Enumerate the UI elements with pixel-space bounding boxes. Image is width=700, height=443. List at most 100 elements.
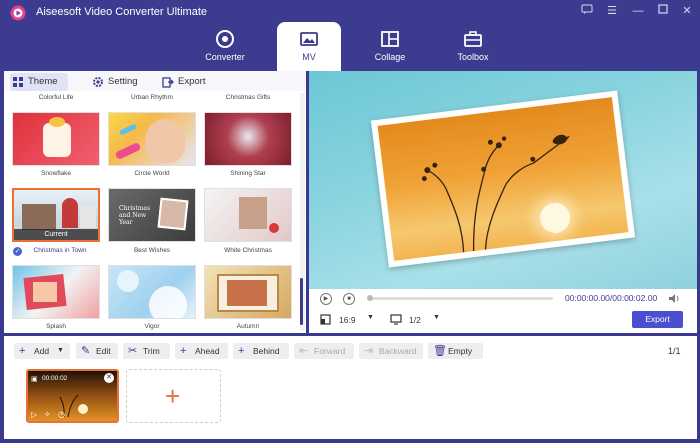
scissors-icon: ✂: [128, 345, 138, 357]
subtab-theme-label: Theme: [28, 76, 58, 87]
theme-christmas-in-town-label: Christmas in Town: [33, 247, 87, 254]
clip-page-indicator: 1/1: [668, 346, 681, 356]
app-logo-icon: [10, 5, 26, 21]
theme-grid-icon: [13, 77, 23, 87]
mv-icon: [300, 32, 318, 46]
theme-shining-star-label: Shining Star: [230, 170, 266, 177]
theme-shining-star[interactable]: [204, 112, 292, 166]
clip-play-icon[interactable]: ▷: [31, 410, 37, 419]
timeline: ▣ 00:00:02 ✕ ▷ ✧ ◷ +: [4, 366, 697, 439]
silhouette-plant-icon: [421, 134, 571, 253]
feedback-icon[interactable]: [579, 4, 595, 18]
backward-label: Backward: [379, 346, 417, 356]
theme-white-christmas[interactable]: [204, 188, 292, 242]
play-button[interactable]: ▶: [320, 293, 332, 305]
theme-label-colorful-life: Colorful Life: [38, 94, 74, 101]
add-dropdown-icon[interactable]: ▼: [57, 343, 64, 359]
best-wishes-text: Christmas and New Year: [119, 205, 151, 226]
trash-icon: 🗑: [433, 345, 447, 357]
tab-mv[interactable]: MV: [277, 22, 341, 71]
theme-scrollbar-thumb[interactable]: [300, 278, 303, 325]
forward-button[interactable]: ⇤ Forward: [294, 343, 354, 359]
theme-best-wishes-label: Best Wishes: [133, 247, 171, 254]
aspect-ratio-dropdown-icon[interactable]: ▼: [367, 314, 374, 321]
ahead-label: Ahead: [195, 346, 220, 356]
theme-scrollbar[interactable]: [300, 93, 305, 331]
video-preview: [309, 71, 697, 289]
progress-knob[interactable]: [367, 295, 373, 301]
theme-circle-world-label: Circle World: [134, 170, 170, 177]
preview-photo-frame: [370, 90, 636, 268]
tab-collage[interactable]: Collage: [358, 22, 422, 71]
tab-converter-label: Converter: [205, 52, 245, 62]
tab-toolbox[interactable]: Toolbox: [441, 22, 505, 71]
clip-effect-icon[interactable]: ✧: [44, 410, 51, 419]
clip-duration: 00:00:02: [42, 375, 68, 382]
subtab-theme[interactable]: Theme: [10, 73, 68, 91]
stop-button[interactable]: ■: [343, 293, 355, 305]
backward-button[interactable]: ⇥ Backward: [359, 343, 423, 359]
progress-bar[interactable]: [367, 295, 553, 301]
empty-label: Empty: [448, 346, 473, 356]
converter-icon: [216, 30, 234, 48]
add-clip-slot[interactable]: +: [126, 369, 221, 423]
edit-toolbar: + Add ▼ ✎ Edit ✂ Trim + Ahead + Behind ⇤…: [4, 336, 697, 366]
theme-best-wishes[interactable]: Christmas and New Year: [108, 188, 196, 242]
behind-icon: +: [238, 345, 245, 357]
trim-button[interactable]: ✂ Trim: [123, 343, 170, 359]
edit-label: Edit: [96, 346, 111, 356]
monitor-icon: [390, 314, 402, 325]
plus-icon: +: [19, 345, 26, 357]
edit-icon: ✎: [81, 345, 91, 357]
export-button[interactable]: Export: [632, 311, 683, 328]
theme-white-christmas-label: White Christmas: [224, 247, 272, 254]
ahead-button[interactable]: + Ahead: [175, 343, 228, 359]
behind-button[interactable]: + Behind: [233, 343, 289, 359]
theme-splash[interactable]: [12, 265, 100, 319]
preview-photo: [377, 97, 629, 261]
aspect-ratio-value[interactable]: 16:9: [339, 315, 356, 325]
timeline-clip[interactable]: ▣ 00:00:02 ✕ ▷ ✧ ◷: [26, 369, 119, 423]
app-title: Aiseesoft Video Converter Ultimate: [36, 6, 207, 18]
theme-label-christmas-gifts: Christmas Gifts: [225, 94, 271, 101]
page-value[interactable]: 1/2: [409, 315, 421, 325]
theme-snowflake[interactable]: [12, 112, 100, 166]
subtab-setting-label: Setting: [108, 76, 138, 87]
theme-snowflake-label: Snowflake: [41, 170, 71, 177]
theme-christmas-in-town[interactable]: Current: [12, 188, 100, 242]
aspect-ratio-icon: [320, 314, 331, 325]
backward-icon: ⇥: [364, 345, 374, 357]
time-display: 00:00:00.00/00:00:02.00: [565, 293, 658, 303]
collage-icon: [381, 31, 399, 47]
export-icon: [162, 77, 174, 88]
tab-collage-label: Collage: [374, 52, 406, 62]
theme-autumn[interactable]: [204, 265, 292, 319]
behind-label: Behind: [253, 346, 280, 356]
toolbox-icon: [464, 31, 482, 47]
empty-button[interactable]: 🗑 Empty: [428, 343, 483, 359]
minimize-icon[interactable]: —: [630, 4, 646, 18]
theme-vigor[interactable]: [108, 265, 196, 319]
close-icon[interactable]: ✕: [679, 4, 695, 18]
tab-converter[interactable]: Converter: [193, 22, 257, 71]
clip-clock-icon[interactable]: ◷: [58, 410, 65, 419]
title-bar: Aiseesoft Video Converter Ultimate ☰ — ✕…: [0, 0, 700, 71]
clip-close-icon[interactable]: ✕: [104, 373, 114, 383]
player-controls: ▶ ■ 00:00:00.00/00:00:02.00 16:9 ▼ 1/2 ▼…: [309, 289, 697, 333]
theme-vigor-label: Vigor: [144, 323, 160, 330]
subtab-setting[interactable]: Setting: [90, 73, 138, 91]
add-button[interactable]: + Add ▼: [14, 343, 70, 359]
maximize-icon[interactable]: [655, 4, 671, 18]
page-dropdown-icon[interactable]: ▼: [433, 314, 440, 321]
menu-icon[interactable]: ☰: [604, 4, 620, 18]
subtab-export[interactable]: Export: [160, 73, 205, 91]
theme-autumn-label: Autumn: [236, 323, 260, 330]
trim-label: Trim: [143, 346, 160, 356]
edit-button[interactable]: ✎ Edit: [76, 343, 118, 359]
volume-icon[interactable]: [668, 293, 680, 304]
sub-tab-bar: Theme Setting Export: [4, 71, 306, 91]
tab-toolbox-label: Toolbox: [457, 52, 489, 62]
subtab-export-label: Export: [178, 76, 206, 87]
video-file-icon: ▣: [31, 376, 38, 383]
theme-circle-world[interactable]: [108, 112, 196, 166]
